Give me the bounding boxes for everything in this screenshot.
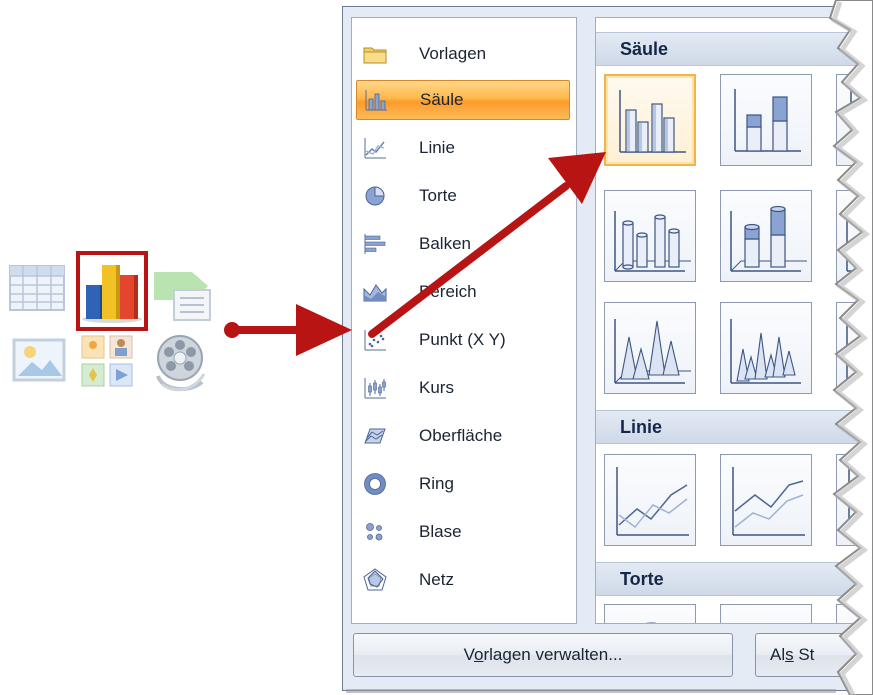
clustered-cone-thumbnail[interactable]: [604, 302, 696, 394]
column-chart-icon: [365, 90, 387, 111]
chart-type-netz[interactable]: Netz: [356, 560, 570, 600]
3d-cone-thumbnail[interactable]: [720, 302, 812, 394]
bubble-chart-icon: [366, 523, 383, 541]
stock-chart-icon: [364, 378, 386, 399]
clustered-cylinder-thumbnail[interactable]: [604, 190, 696, 282]
stacked-column-thumbnail[interactable]: [720, 74, 812, 166]
stacked-line-thumbnail[interactable]: [720, 454, 812, 546]
doughnut-chart-icon: [364, 473, 386, 495]
chart-type-kurs[interactable]: Kurs: [356, 368, 570, 408]
folder-icon: [363, 47, 387, 64]
insert-media-icon[interactable]: [148, 332, 212, 396]
pointer-arrow-1: [224, 304, 352, 356]
insert-chart-dialog: Vorlagen Säule Linie Torte Balken Bereic…: [342, 6, 873, 691]
scatter-chart-icon: [364, 330, 386, 351]
area-chart-icon: [363, 284, 387, 302]
chart-type-balken[interactable]: Balken: [356, 224, 570, 264]
pie-chart-thumbnail[interactable]: [604, 604, 696, 623]
line-chart-thumbnail[interactable]: [604, 454, 696, 546]
gallery-section-header-linie: Linie: [596, 410, 873, 444]
chart-type-saeule[interactable]: Säule: [356, 80, 570, 120]
3d-pie-thumbnail[interactable]: [720, 604, 812, 623]
chart-type-linie[interactable]: Linie: [356, 128, 570, 168]
chart-icon-highlight-frame: [76, 251, 148, 331]
clustered-column-thumbnail[interactable]: [604, 74, 696, 166]
chart-type-punkt[interactable]: Punkt (X Y): [356, 320, 570, 360]
stacked-100-line-thumbnail[interactable]: [836, 454, 873, 546]
stacked-100-cylinder-thumbnail[interactable]: [836, 190, 873, 282]
line-chart-icon: [364, 138, 386, 159]
manage-templates-button[interactable]: Vorlagen verwalten...: [353, 633, 733, 677]
chart-type-ring[interactable]: Ring: [356, 464, 570, 504]
chart-type-label: Oberfläche: [419, 426, 503, 445]
pie-chart-icon: [365, 186, 385, 206]
insert-clipart-icon[interactable]: [80, 334, 136, 390]
chart-type-label: Blase: [419, 522, 462, 541]
set-as-default-button[interactable]: Als St: [755, 633, 873, 677]
chart-type-vorlagen[interactable]: Vorlagen: [356, 34, 570, 74]
chart-type-list: Vorlagen Säule Linie Torte Balken Bereic…: [351, 17, 577, 624]
chart-type-blase[interactable]: Blase: [356, 512, 570, 552]
content-placeholder-icons: [0, 0, 230, 695]
stacked-100-column-thumbnail[interactable]: [836, 74, 873, 166]
bar-chart-icon: [364, 234, 386, 254]
chart-type-label: Kurs: [419, 378, 454, 397]
insert-picture-icon[interactable]: [10, 336, 68, 384]
chart-type-label: Punkt (X Y): [419, 330, 506, 349]
chart-type-label: Bereich: [419, 282, 477, 301]
insert-smartart-icon[interactable]: [152, 266, 214, 326]
chart-type-label: Torte: [419, 186, 457, 205]
surface-chart-icon: [364, 428, 386, 444]
chart-subtype-gallery: Säule Linie Torte: [595, 17, 873, 624]
chart-type-label: Netz: [419, 570, 454, 589]
gallery-section-header-saeule: Säule: [596, 32, 873, 66]
chart-type-label: Vorlagen: [419, 44, 487, 63]
pie-of-pie-thumbnail[interactable]: [836, 604, 873, 623]
chart-type-label: Säule: [420, 90, 464, 109]
insert-chart-icon[interactable]: [76, 251, 148, 331]
chart-type-label: Balken: [419, 234, 471, 253]
radar-chart-icon: [363, 568, 387, 591]
stacked-cylinder-thumbnail[interactable]: [720, 190, 812, 282]
chart-type-torte[interactable]: Torte: [356, 176, 570, 216]
chart-type-bereich[interactable]: Bereich: [356, 272, 570, 312]
chart-type-label: Ring: [419, 474, 454, 493]
stacked-cone-thumbnail[interactable]: [836, 302, 873, 394]
gallery-section-header-torte: Torte: [596, 562, 873, 596]
chart-type-label: Linie: [419, 138, 455, 157]
insert-table-icon[interactable]: [8, 262, 66, 316]
chart-type-oberflaeche[interactable]: Oberfläche: [356, 416, 570, 456]
